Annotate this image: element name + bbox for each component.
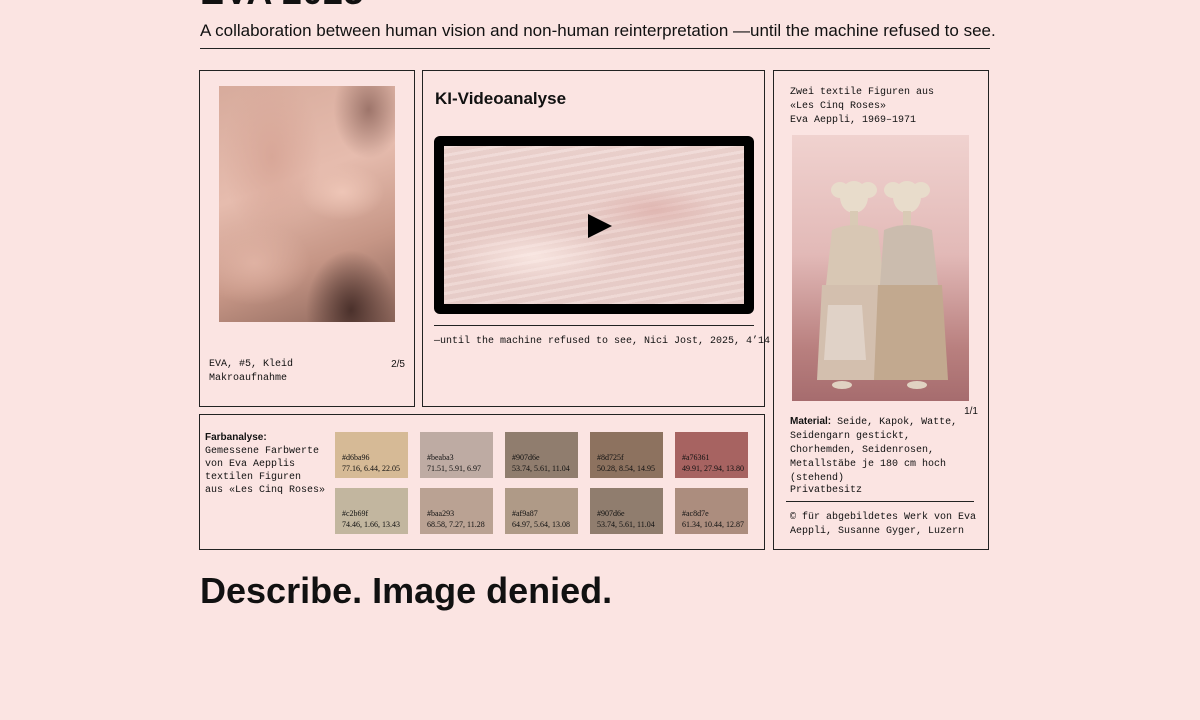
video-caption: —until the machine refused to see, Nici … bbox=[434, 336, 771, 347]
figures-copyright: © für abgebildetes Werk von Eva Aeppli, … bbox=[790, 512, 977, 537]
swatch-values: 68.58, 7.27, 11.28 bbox=[427, 520, 485, 529]
swatch-values: 49.91, 27.94, 13.80 bbox=[682, 464, 744, 473]
figures-divider bbox=[786, 501, 974, 502]
figures-panel: Zwei textile Figuren aus «Les Cinq Roses… bbox=[773, 70, 989, 550]
swatch-hex: #baa293 bbox=[427, 509, 455, 518]
color-swatch: #907d6e 53.74, 5.61, 11.04 bbox=[590, 488, 663, 534]
figures-caption: Zwei textile Figuren aus «Les Cinq Roses… bbox=[790, 87, 935, 126]
material-text: Seide, Kapok, Watte, Seidengarn gestickt… bbox=[790, 417, 958, 484]
eva-panel: EVA, #5, Kleid Makroaufnahme 2/5 bbox=[199, 70, 415, 407]
color-swatch: #d6ba96 77.16, 6.44, 22.05 bbox=[335, 432, 408, 478]
video-heading: KI-Videoanalyse bbox=[435, 89, 567, 108]
textile-figures-image[interactable] bbox=[792, 135, 969, 401]
swatch-values: 61.34, 10.44, 12.87 bbox=[682, 520, 744, 529]
swatch-values: 53.74, 5.61, 11.04 bbox=[597, 520, 655, 529]
swatch-values: 71.51, 5.91, 6.97 bbox=[427, 464, 481, 473]
video-divider bbox=[434, 325, 754, 326]
tagline: Describe. Image denied. bbox=[200, 570, 613, 611]
swatch-values: 64.97, 5.64, 13.08 bbox=[512, 520, 570, 529]
page-subtitle: A collaboration between human vision and… bbox=[200, 21, 996, 40]
eva-caption: EVA, #5, Kleid Makroaufnahme bbox=[209, 359, 294, 384]
swatch-hex: #c2b69f bbox=[342, 509, 369, 518]
color-analysis-description: Gemessene Farbwerte von Eva Aepplis text… bbox=[205, 446, 326, 496]
swatch-hex: #ac8d7e bbox=[682, 509, 709, 518]
figures-owner: Privatbesitz bbox=[790, 485, 863, 496]
material-label: Material: bbox=[790, 416, 832, 427]
color-swatch: #ac8d7e 61.34, 10.44, 12.87 bbox=[675, 488, 748, 534]
figures-material: Material: Seide, Kapok, Watte, Seidengar… bbox=[790, 415, 980, 486]
swatch-hex: #af9a87 bbox=[512, 509, 538, 518]
eva-slide-counter: 2/5 bbox=[391, 359, 405, 370]
swatch-values: 77.16, 6.44, 22.05 bbox=[342, 464, 400, 473]
textile-figures-illustration bbox=[817, 181, 948, 389]
color-swatch: #beaba3 71.51, 5.91, 6.97 bbox=[420, 432, 493, 478]
swatch-hex: #a76361 bbox=[682, 453, 710, 462]
play-icon[interactable] bbox=[588, 214, 612, 238]
swatch-values: 50.28, 8.54, 14.95 bbox=[597, 464, 655, 473]
swatch-hex: #907d6e bbox=[512, 453, 540, 462]
swatch-hex: #907d6e bbox=[597, 509, 625, 518]
video-player[interactable] bbox=[434, 136, 754, 314]
color-swatch: #907d6e 53.74, 5.61, 11.04 bbox=[505, 432, 578, 478]
color-swatch: #c2b69f 74.46, 1.66, 13.43 bbox=[335, 488, 408, 534]
color-swatch: #baa293 68.58, 7.27, 11.28 bbox=[420, 488, 493, 534]
title-divider bbox=[200, 48, 990, 49]
page-title: EVA 2025 bbox=[200, 0, 364, 12]
swatch-hex: #8d725f bbox=[597, 453, 624, 462]
color-analysis-title: Farbanalyse: bbox=[205, 432, 267, 443]
swatch-hex: #d6ba96 bbox=[342, 453, 370, 462]
color-analysis-panel: Farbanalyse: Gemessene Farbwerte von Eva… bbox=[199, 414, 765, 550]
video-panel: KI-Videoanalyse —until the machine refus… bbox=[422, 70, 770, 407]
color-swatch: #a76361 49.91, 27.94, 13.80 bbox=[675, 432, 748, 478]
swatch-hex: #beaba3 bbox=[427, 453, 454, 462]
swatch-values: 53.74, 5.61, 11.04 bbox=[512, 464, 570, 473]
swatch-values: 74.46, 1.66, 13.43 bbox=[342, 520, 400, 529]
video-still bbox=[444, 146, 744, 304]
eva-macro-image[interactable] bbox=[219, 86, 395, 322]
color-swatch: #8d725f 50.28, 8.54, 14.95 bbox=[590, 432, 663, 478]
color-swatch: #af9a87 64.97, 5.64, 13.08 bbox=[505, 488, 578, 534]
